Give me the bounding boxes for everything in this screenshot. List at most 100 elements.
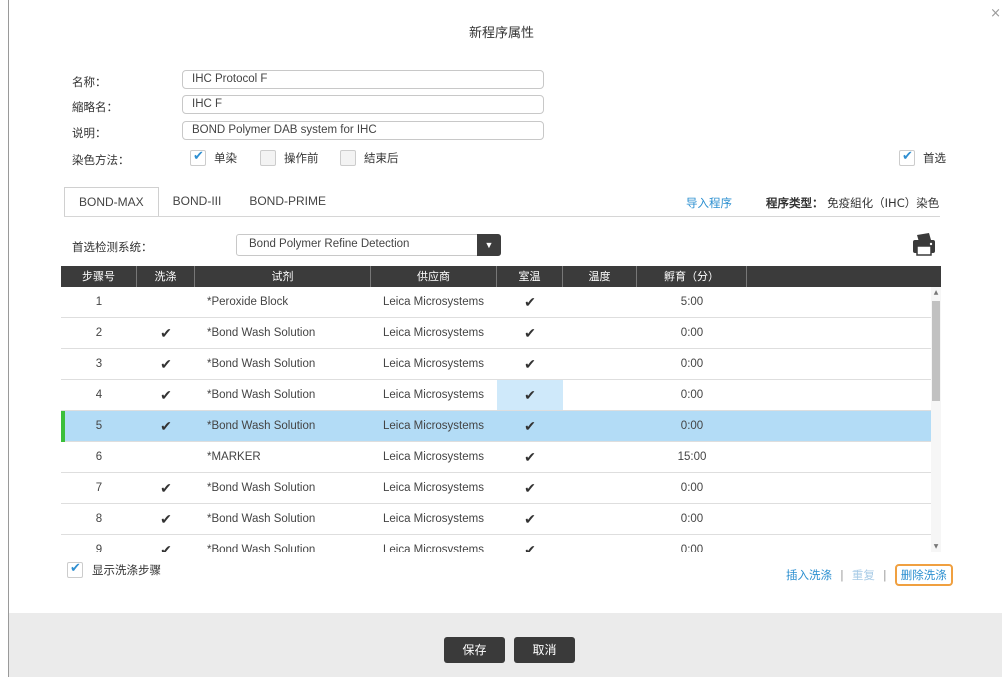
cancel-button[interactable]: 取消 — [514, 637, 575, 663]
table-scrollbar[interactable]: ▲ ▼ — [931, 287, 941, 552]
incubation-time[interactable]: 5:00 — [637, 287, 747, 317]
wash-check: ✔ — [160, 418, 172, 434]
table-row[interactable]: 6 *MARKER Leica Microsystems ✔ 15:00 — [61, 442, 931, 473]
abbr-label: 縮略名： — [72, 100, 118, 114]
steps-table-body: 1 *Peroxide Block Leica Microsystems ✔ 5… — [61, 287, 931, 552]
col-reagent[interactable]: 试剂 — [195, 266, 371, 287]
detection-system-select[interactable]: Bond Polymer Refine Detection ▼ — [236, 234, 501, 256]
step-number: 6 — [95, 451, 103, 463]
stain-method-label: 染色方法： — [72, 153, 130, 167]
temperature-value[interactable] — [563, 411, 637, 441]
incubation-time[interactable]: 0:00 — [637, 318, 747, 348]
save-button[interactable]: 保存 — [444, 637, 505, 663]
show-wash-steps-option[interactable]: 显示洗涤步骤 — [67, 561, 161, 578]
reagent-name: *Bond Wash Solution — [207, 544, 316, 552]
incubation-time[interactable]: 0:00 — [637, 535, 747, 552]
name-field[interactable]: IHC Protocol F — [182, 70, 544, 89]
temperature-value[interactable] — [563, 380, 637, 410]
separator: | — [882, 568, 887, 582]
step-number: 3 — [95, 358, 103, 370]
wash-check: ✔ — [160, 387, 172, 403]
room-temp-check[interactable]: ✔ — [497, 411, 563, 441]
insert-wash-link[interactable]: 插入洗涤 — [786, 567, 832, 583]
repeat-link[interactable]: 重复 — [852, 567, 875, 583]
table-row[interactable]: 3 ✔ *Bond Wash Solution Leica Microsyste… — [61, 349, 931, 380]
tab-bond-max[interactable]: BOND-MAX — [64, 187, 159, 217]
import-protocol-link[interactable]: 导入程序 — [686, 195, 732, 211]
temperature-value[interactable] — [563, 473, 637, 503]
reagent-name: *Bond Wash Solution — [207, 420, 316, 432]
table-row[interactable]: 4 ✔ *Bond Wash Solution Leica Microsyste… — [61, 380, 931, 411]
temperature-value[interactable] — [563, 318, 637, 348]
incubation-time[interactable]: 0:00 — [637, 504, 747, 534]
reagent-name: *Bond Wash Solution — [207, 327, 316, 339]
stain-after-checkbox[interactable] — [340, 150, 356, 166]
abbr-field[interactable]: IHC F — [182, 95, 544, 114]
scroll-down-icon[interactable]: ▼ — [931, 543, 941, 550]
col-room-temp[interactable]: 室温 — [497, 266, 563, 287]
table-row[interactable]: 9 ✔ *Bond Wash Solution Leica Microsyste… — [61, 535, 931, 552]
wash-check: ✔ — [160, 542, 172, 552]
stain-single-checkbox[interactable] — [190, 149, 206, 166]
show-wash-steps-checkbox[interactable] — [67, 561, 83, 578]
step-number: 1 — [95, 296, 103, 308]
temperature-value[interactable] — [563, 504, 637, 534]
room-temp-check[interactable]: ✔ — [497, 473, 563, 503]
room-temp-check[interactable]: ✔ — [497, 442, 563, 472]
preferred-checkbox[interactable] — [899, 149, 915, 166]
col-supplier[interactable]: 供应商 — [371, 266, 497, 287]
reagent-name: *Bond Wash Solution — [207, 513, 316, 525]
table-row[interactable]: 1 *Peroxide Block Leica Microsystems ✔ 5… — [61, 287, 931, 318]
tab-bond-prime[interactable]: BOND-PRIME — [235, 187, 340, 217]
stain-after-option[interactable]: 結束后 — [340, 150, 399, 166]
incubation-time[interactable]: 0:00 — [637, 473, 747, 503]
room-temp-check[interactable]: ✔ — [497, 287, 563, 317]
print-icon[interactable] — [911, 232, 937, 256]
dialog-title: 新程序属性 — [468, 26, 534, 41]
room-temp-check[interactable]: ✔ — [497, 504, 563, 534]
scroll-up-icon[interactable]: ▲ — [931, 289, 941, 296]
scrollbar-thumb[interactable] — [932, 301, 940, 401]
incubation-time[interactable]: 0:00 — [637, 380, 747, 410]
room-temp-check[interactable]: ✔ — [497, 349, 563, 379]
name-label: 名称： — [72, 75, 107, 89]
temperature-value[interactable] — [563, 535, 637, 552]
wash-check: ✔ — [160, 356, 172, 372]
protocol-type: 程序类型： 免疫組化（IHC）染色 — [766, 195, 939, 211]
incubation-time[interactable]: 0:00 — [637, 411, 747, 441]
delete-wash-link[interactable]: 删除洗涤 — [894, 564, 953, 586]
chevron-down-icon[interactable]: ▼ — [477, 234, 501, 256]
close-icon[interactable]: × — [990, 6, 1001, 21]
supplier-name: Leica Microsystems — [383, 389, 484, 401]
table-row[interactable]: 2 ✔ *Bond Wash Solution Leica Microsyste… — [61, 318, 931, 349]
incubation-time[interactable]: 0:00 — [637, 349, 747, 379]
step-number: 4 — [95, 389, 103, 401]
table-row-selected[interactable]: 5 ✔ *Bond Wash Solution Leica Microsyste… — [61, 411, 931, 442]
table-row[interactable]: 7 ✔ *Bond Wash Solution Leica Microsyste… — [61, 473, 931, 504]
stain-single-option[interactable]: 单染 — [190, 149, 237, 166]
description-field[interactable]: BOND Polymer DAB system for IHC — [182, 121, 544, 140]
instrument-tabs: BOND-MAX BOND-III BOND-PRIME — [64, 187, 340, 217]
stain-before-checkbox[interactable] — [260, 150, 276, 166]
col-incubation[interactable]: 孵育（分） — [637, 266, 747, 287]
preferred-label: 首选 — [923, 151, 946, 165]
room-temp-check[interactable]: ✔ — [497, 535, 563, 552]
room-temp-check[interactable]: ✔ — [497, 318, 563, 348]
preferred-option[interactable]: 首选 — [899, 149, 946, 166]
col-step[interactable]: 步骤号 — [61, 266, 137, 287]
detection-system-value: Bond Polymer Refine Detection — [249, 238, 410, 250]
tab-bond-iii[interactable]: BOND-III — [159, 187, 236, 217]
col-wash[interactable]: 洗涤 — [137, 266, 195, 287]
col-temperature[interactable]: 温度 — [563, 266, 637, 287]
table-row[interactable]: 8 ✔ *Bond Wash Solution Leica Microsyste… — [61, 504, 931, 535]
stain-before-label: 操作前 — [284, 151, 319, 165]
temperature-value[interactable] — [563, 287, 637, 317]
incubation-time[interactable]: 15:00 — [637, 442, 747, 472]
supplier-name: Leica Microsystems — [383, 513, 484, 525]
room-temp-check[interactable]: ✔ — [497, 380, 563, 410]
temperature-value[interactable] — [563, 349, 637, 379]
stain-before-option[interactable]: 操作前 — [260, 150, 319, 166]
wash-check — [137, 442, 195, 472]
supplier-name: Leica Microsystems — [383, 482, 484, 494]
temperature-value[interactable] — [563, 442, 637, 472]
